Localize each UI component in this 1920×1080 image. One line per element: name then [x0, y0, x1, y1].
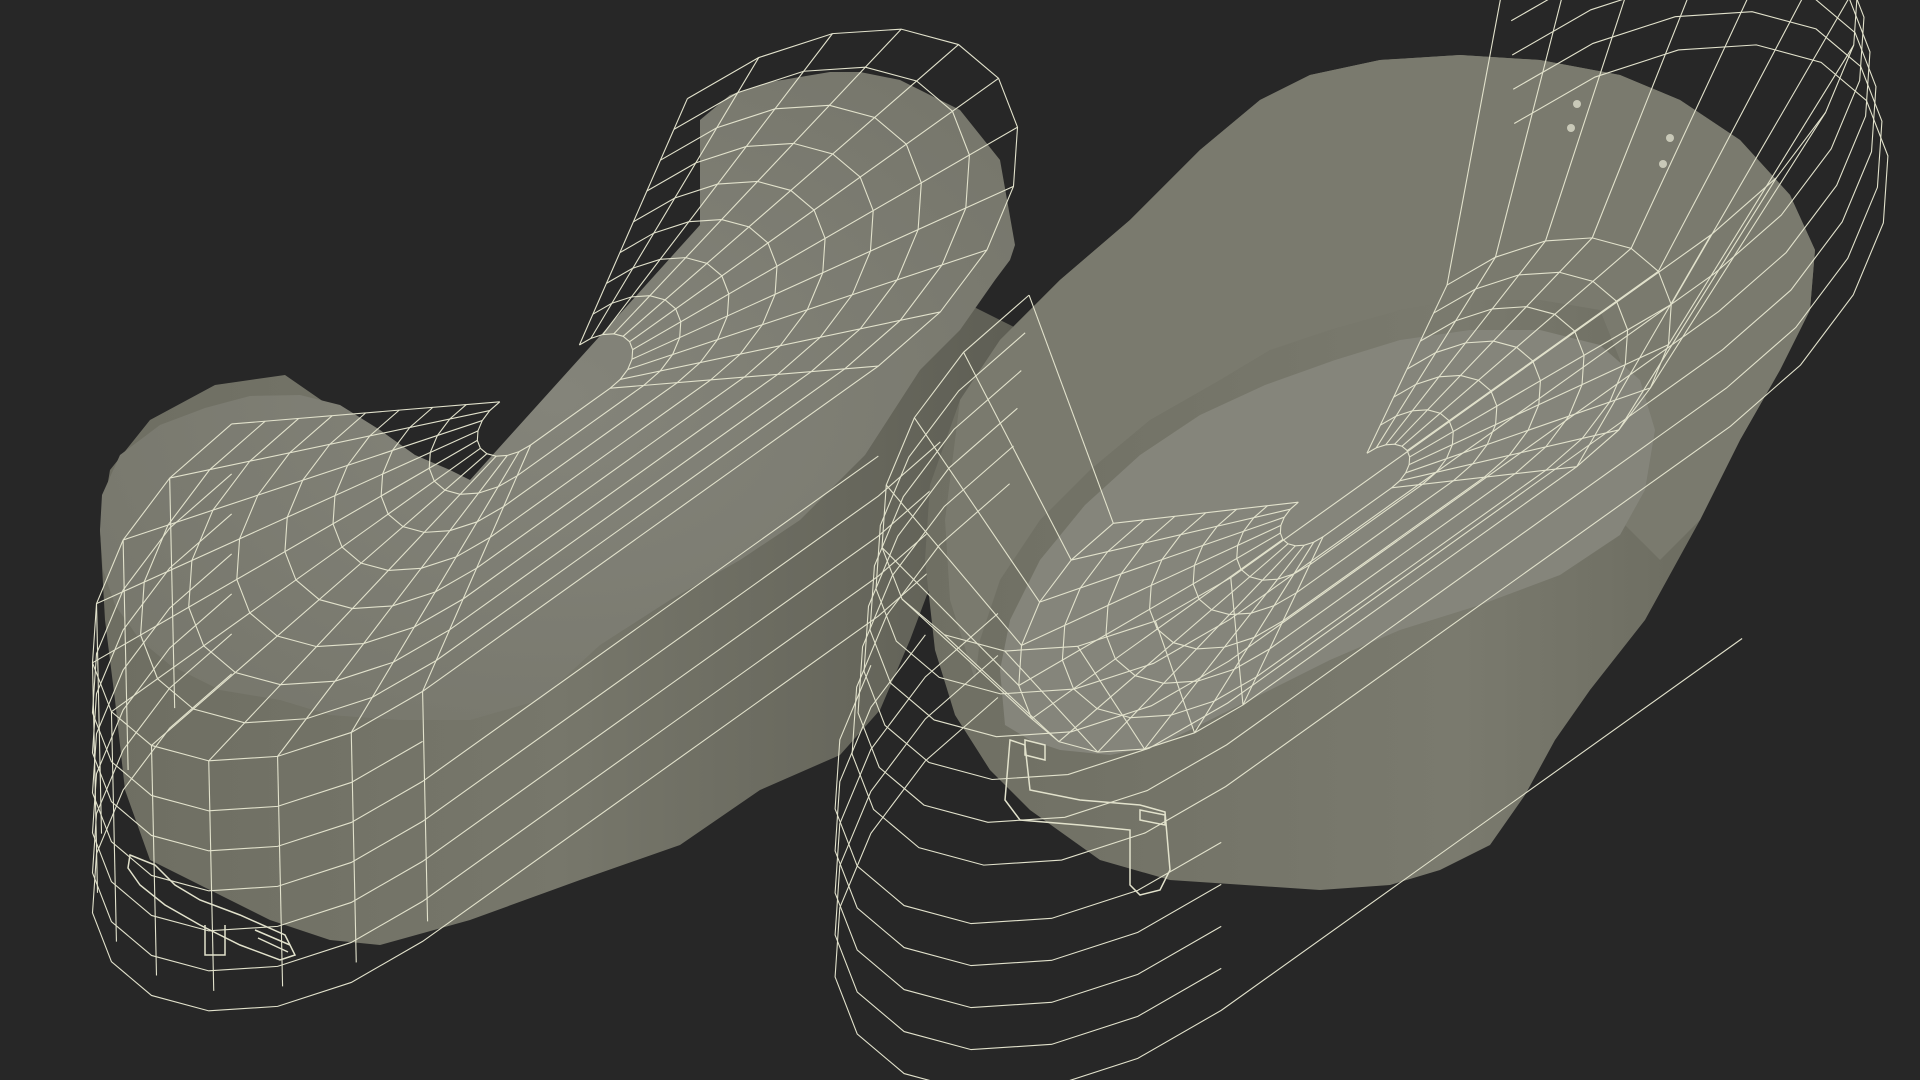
- rivet: [1659, 160, 1667, 168]
- rivet: [1666, 134, 1674, 142]
- handle-bracket: [204, 925, 291, 956]
- wire-edge: [110, 711, 117, 942]
- tub-upside-down: [91, 28, 1020, 1012]
- wireframe-scene: [91, 0, 1889, 1080]
- wire-edge: [95, 603, 103, 834]
- rivet: [1567, 124, 1575, 132]
- rivet: [1573, 100, 1581, 108]
- render-viewport: [0, 0, 1920, 1080]
